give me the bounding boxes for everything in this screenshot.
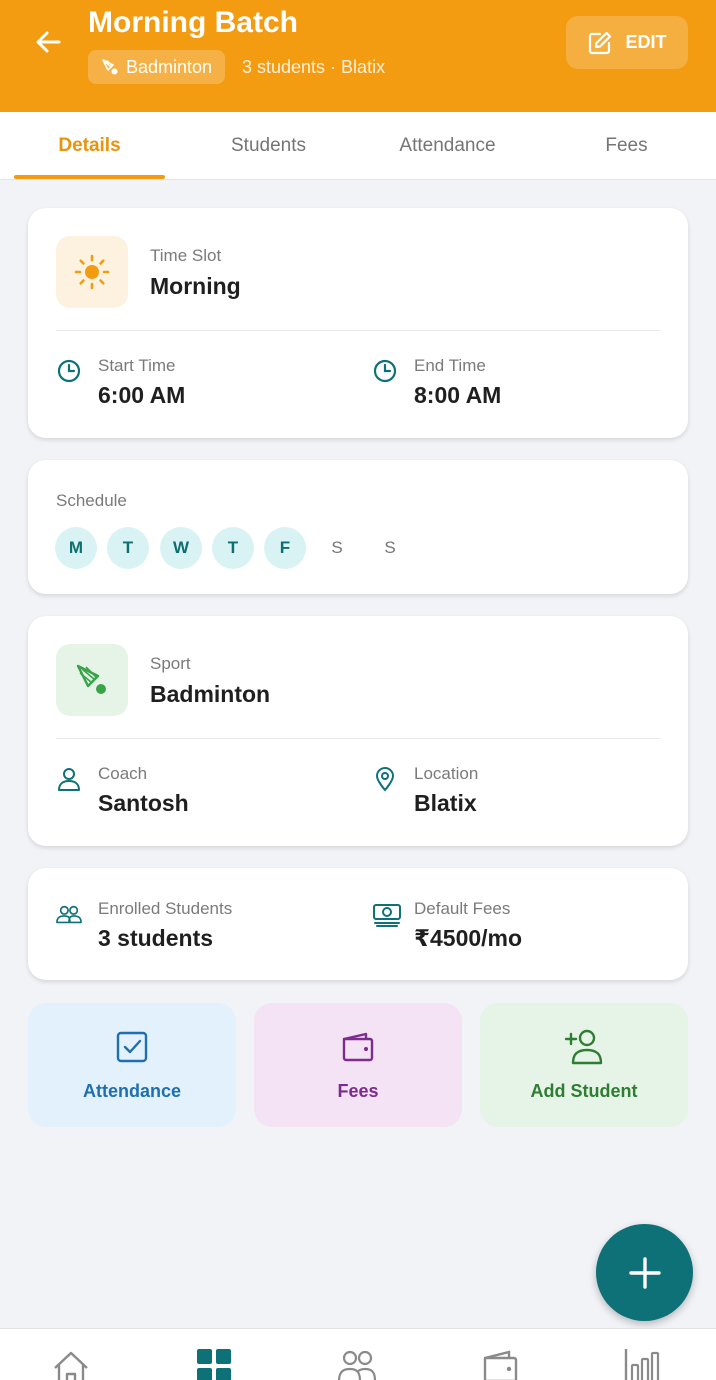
tab-details[interactable]: Details [0, 112, 179, 180]
stats-card: Enrolled Students 3 students Default Fee… [28, 868, 688, 980]
start-time-label: Start Time [98, 356, 176, 375]
checkbox-icon [116, 1031, 148, 1063]
add-student-action-button[interactable]: Add Student [480, 1003, 688, 1127]
tab-fees[interactable]: Fees [537, 112, 716, 180]
sun-icon [74, 254, 110, 290]
active-tab-indicator [14, 175, 165, 179]
attendance-action-button[interactable]: Attendance [28, 1003, 236, 1127]
add-fab-button[interactable] [596, 1224, 693, 1321]
tab-students[interactable]: Students [179, 112, 358, 180]
location-label: Location [414, 764, 479, 783]
cash-icon [372, 902, 402, 928]
day-saturday: S [331, 538, 343, 557]
default-fees-label: Default Fees [414, 899, 511, 918]
time-slot-card: Time Slot Morning Start Time 6:00 AM End… [28, 208, 688, 438]
time-slot-label: Time Slot [150, 246, 222, 265]
tab-bar: Details Students Attendance Fees [0, 112, 716, 180]
schedule-card: Schedule M T W T F S S [28, 460, 688, 594]
sport-chip: Badminton [88, 50, 226, 84]
edit-icon [589, 31, 612, 54]
app-header: Morning Batch Badminton 3 students · Bla… [0, 0, 716, 112]
people-icon [337, 1350, 377, 1380]
coach-label: Coach [98, 764, 148, 783]
plus-icon [628, 1256, 661, 1289]
day-thursday: T [212, 527, 254, 569]
card-divider [56, 330, 660, 331]
edit-button[interactable]: EDIT [566, 16, 688, 69]
start-time-value: 6:00 AM [98, 382, 186, 408]
add-person-icon [564, 1029, 603, 1065]
back-arrow-icon [36, 31, 61, 53]
location-value: Blatix [414, 790, 477, 816]
default-fees-value: ₹4500/mo [414, 925, 523, 951]
wallet-icon [342, 1032, 374, 1062]
end-time-label: End Time [414, 356, 486, 375]
fees-action-label: Fees [337, 1081, 379, 1101]
fees-action-button[interactable]: Fees [254, 1003, 462, 1127]
grid-icon [197, 1349, 231, 1380]
card-divider [56, 738, 660, 739]
bottom-navigation [0, 1328, 716, 1380]
day-friday: F [264, 527, 306, 569]
time-slot-icon-tile [56, 236, 128, 308]
people-icon [56, 902, 82, 928]
sport-card: Sport Badminton Coach Santosh Location B… [28, 616, 688, 846]
nav-students[interactable] [335, 1349, 379, 1380]
tab-attendance[interactable]: Attendance [358, 112, 537, 180]
header-subtitle: 3 students · Blatix [242, 57, 386, 77]
edit-label: EDIT [625, 32, 667, 52]
enrolled-label: Enrolled Students [98, 899, 233, 918]
add-student-action-label: Add Student [530, 1081, 638, 1101]
sport-value: Badminton [150, 681, 271, 707]
person-icon [56, 766, 82, 792]
day-tuesday: T [107, 527, 149, 569]
end-time-value: 8:00 AM [414, 382, 502, 408]
shuttlecock-icon [76, 664, 106, 694]
back-button[interactable] [30, 24, 66, 60]
day-wednesday: W [160, 527, 202, 569]
nav-reports[interactable] [621, 1349, 665, 1380]
wallet-icon [483, 1350, 518, 1380]
schedule-label: Schedule [56, 491, 127, 510]
location-pin-icon [372, 766, 398, 792]
nav-home[interactable] [49, 1349, 93, 1380]
sport-chip-label: Badminton [126, 56, 213, 77]
page-title: Morning Batch [88, 6, 298, 39]
day-monday: M [55, 527, 97, 569]
sport-icon-tile [56, 644, 128, 716]
clock-icon [372, 358, 398, 384]
enrolled-value: 3 students [98, 925, 214, 951]
home-icon [54, 1351, 88, 1380]
attendance-action-label: Attendance [82, 1081, 181, 1101]
bar-chart-icon [624, 1349, 660, 1380]
day-sunday: S [384, 538, 396, 557]
nav-batches[interactable] [192, 1349, 236, 1380]
sport-label: Sport [150, 654, 191, 673]
coach-value: Santosh [98, 790, 189, 816]
shuttlecock-icon [102, 59, 118, 75]
clock-icon [56, 358, 82, 384]
nav-fees[interactable] [478, 1349, 522, 1380]
time-slot-value: Morning [150, 273, 241, 299]
